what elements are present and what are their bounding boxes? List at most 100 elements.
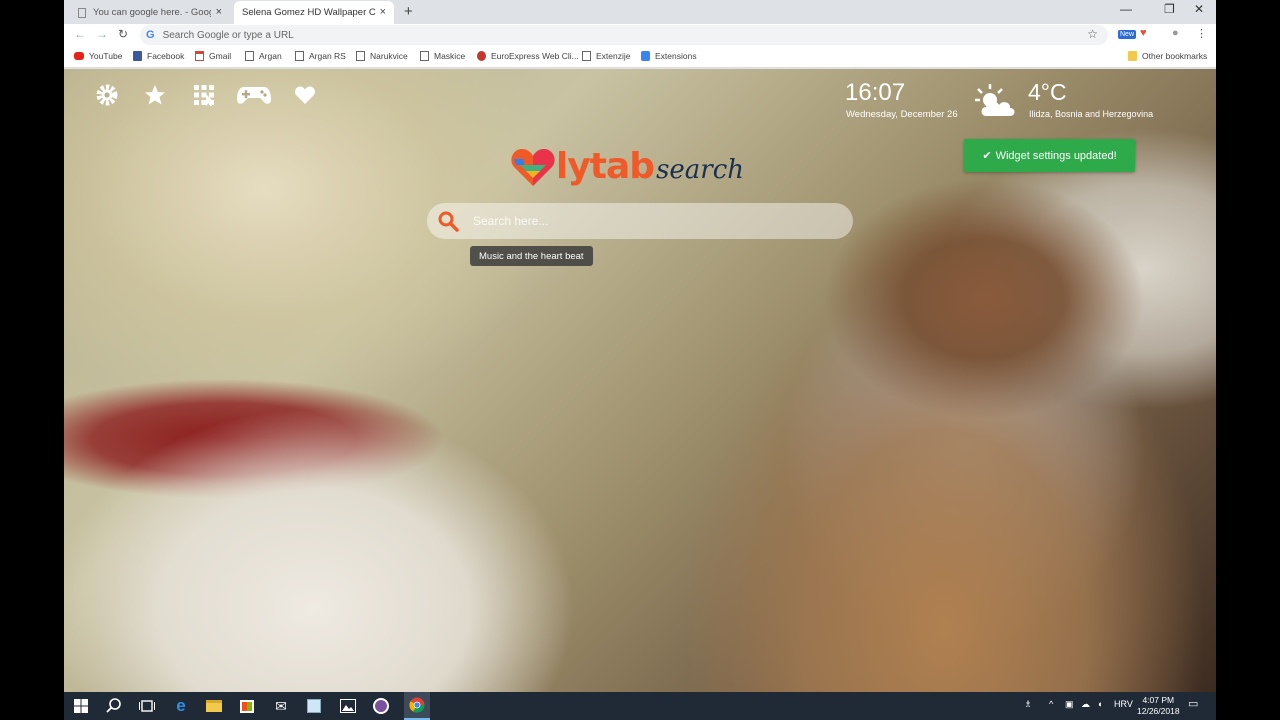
tab-strip: You can google here. - Google Chrome × S… <box>64 0 1216 24</box>
input-language[interactable]: HRV <box>1114 699 1133 709</box>
page-icon <box>420 51 429 61</box>
viber-icon[interactable] <box>371 696 391 716</box>
system-date: 12/26/2018 <box>1137 706 1180 716</box>
search-icon[interactable] <box>437 210 459 232</box>
browser-window: You can google here. - Google Chrome × S… <box>64 0 1216 720</box>
photos-icon[interactable] <box>338 696 358 716</box>
action-center-icon[interactable]: ▭ <box>1188 697 1198 710</box>
logo-text-search: search <box>656 155 745 185</box>
bookmark-label: Facebook <box>147 51 185 61</box>
checkmark-icon: ✔ <box>982 150 992 162</box>
logo-text-lytab: lytab <box>556 146 655 187</box>
right-letterbox <box>1216 0 1280 720</box>
bookmark-label: Narukvice <box>370 51 408 61</box>
tab-google[interactable]: You can google here. - Google Chrome × <box>70 1 230 24</box>
search-suggestion[interactable]: Music and the heart beat <box>470 246 593 266</box>
widget-settings-toast: ✔ Widget settings updated! <box>964 139 1135 172</box>
search-placeholder: Search here... <box>473 214 549 228</box>
bookmarks-bar: YouTube Facebook Gmail Argan Argan RS Na… <box>64 46 1216 68</box>
euroexpress-icon <box>477 51 486 61</box>
file-explorer-icon[interactable] <box>204 696 224 716</box>
bookmark-label: Extenzije <box>596 51 631 61</box>
menu-icon[interactable]: ⋮ <box>1196 27 1207 40</box>
clock-time: 16:07 <box>845 79 906 106</box>
task-view-icon[interactable] <box>137 696 157 716</box>
page-icon <box>245 51 254 61</box>
bookmark-youtube[interactable]: YouTube <box>74 51 122 61</box>
weather-location: Ilidza, Bosnia and Herzegovina <box>1029 109 1154 119</box>
windows-start-icon[interactable] <box>71 696 91 716</box>
bookmark-facebook[interactable]: Facebook <box>133 51 184 61</box>
apps-grid-icon[interactable] <box>192 83 216 107</box>
people-icon[interactable]: ♗ <box>1024 699 1032 710</box>
profile-icon[interactable]: ● <box>1172 27 1179 39</box>
bookmark-label: YouTube <box>89 51 123 61</box>
other-bookmarks[interactable]: Other bookmarks <box>1128 51 1207 61</box>
search-input[interactable]: Search here... <box>427 203 853 239</box>
tab-selena-gomez[interactable]: Selena Gomez HD Wallpaper Chrome Extensi… <box>234 1 394 24</box>
toolbar: ← → ↻ G Search Google or type a URL ☆ Ne… <box>64 24 1216 46</box>
bookmark-label: Gmail <box>209 51 232 61</box>
bookmark-label: Extensions <box>655 51 697 61</box>
page-icon <box>582 51 591 61</box>
minimize-icon[interactable]: — <box>1120 2 1132 16</box>
page-icon <box>295 51 304 61</box>
facebook-icon <box>133 51 142 61</box>
page-icon <box>356 51 365 61</box>
bookmark-extensions[interactable]: Extensions <box>641 51 697 61</box>
tab-title: Selena Gomez HD Wallpaper Chrome Extensi… <box>242 7 376 18</box>
new-tab-button[interactable]: + <box>404 3 413 20</box>
tray-app-icon[interactable]: ▣ <box>1065 699 1074 710</box>
edge-icon[interactable]: e <box>171 696 191 716</box>
settings-gear-icon[interactable] <box>95 83 119 107</box>
search-icon[interactable] <box>104 696 124 716</box>
system-time: 4:07 PM <box>1142 695 1175 705</box>
page-icon <box>78 7 86 18</box>
bookmark-label: Argan RS <box>309 51 346 61</box>
bookmark-extenzije[interactable]: Extenzije <box>582 51 631 61</box>
lytab-logo: lytab search <box>510 147 744 187</box>
favorites-star-icon[interactable] <box>143 83 167 107</box>
bookmark-argan-rs[interactable]: Argan RS <box>295 51 346 61</box>
youtube-icon <box>74 52 84 60</box>
volume-icon[interactable]: ◖ <box>1097 699 1102 709</box>
bookmark-gmail[interactable]: Gmail <box>195 51 231 61</box>
mail-icon[interactable]: ✉ <box>271 696 291 716</box>
bookmark-euroexpress[interactable]: EuroExpress Web Cli... <box>477 51 579 61</box>
maximize-icon[interactable]: ❐ <box>1164 2 1175 16</box>
folder-icon <box>1128 51 1137 61</box>
gmail-icon <box>195 51 204 61</box>
back-icon[interactable]: ← <box>74 27 86 41</box>
close-tab-icon[interactable]: × <box>380 6 386 18</box>
omnibox-placeholder: Search Google or type a URL <box>162 29 294 41</box>
extension-heart-icon[interactable]: ♥ <box>1140 27 1147 39</box>
puzzle-icon <box>641 51 650 61</box>
left-letterbox <box>0 0 64 720</box>
omnibox[interactable]: G Search Google or type a URL ☆ <box>140 25 1108 45</box>
google-icon: G <box>146 29 155 41</box>
onedrive-icon[interactable]: ☁ <box>1081 699 1090 710</box>
toast-message: Widget settings updated! <box>995 149 1117 162</box>
lytab-heart-logo-icon <box>511 149 555 186</box>
close-tab-icon[interactable]: × <box>216 6 222 18</box>
close-window-icon[interactable]: ✕ <box>1194 2 1204 16</box>
notepad-icon[interactable] <box>304 696 324 716</box>
chrome-taskbar-icon[interactable] <box>404 692 430 720</box>
show-hidden-icons[interactable]: ^ <box>1049 699 1053 709</box>
bookmark-argan[interactable]: Argan <box>245 51 282 61</box>
heart-icon[interactable] <box>293 83 317 107</box>
bookmark-label: Other bookmarks <box>1142 51 1208 61</box>
bookmark-label: Argan <box>259 51 282 61</box>
weather-cloudy-sun-icon[interactable] <box>974 83 1018 119</box>
store-icon[interactable] <box>237 696 257 716</box>
extension-new-icon[interactable]: New <box>1118 30 1137 39</box>
bookmark-maskice[interactable]: Maskice <box>420 51 465 61</box>
system-clock[interactable]: 4:07 PM 12/26/2018 <box>1137 695 1180 717</box>
forward-icon[interactable]: → <box>96 27 108 41</box>
bookmark-narukvice[interactable]: Narukvice <box>356 51 408 61</box>
clock-date: Wednesday, December 26 <box>846 109 958 120</box>
reload-icon[interactable]: ↻ <box>118 27 128 41</box>
bookmark-star-icon[interactable]: ☆ <box>1087 27 1098 41</box>
bookmark-label: Maskice <box>434 51 466 61</box>
games-controller-icon[interactable] <box>236 83 272 107</box>
